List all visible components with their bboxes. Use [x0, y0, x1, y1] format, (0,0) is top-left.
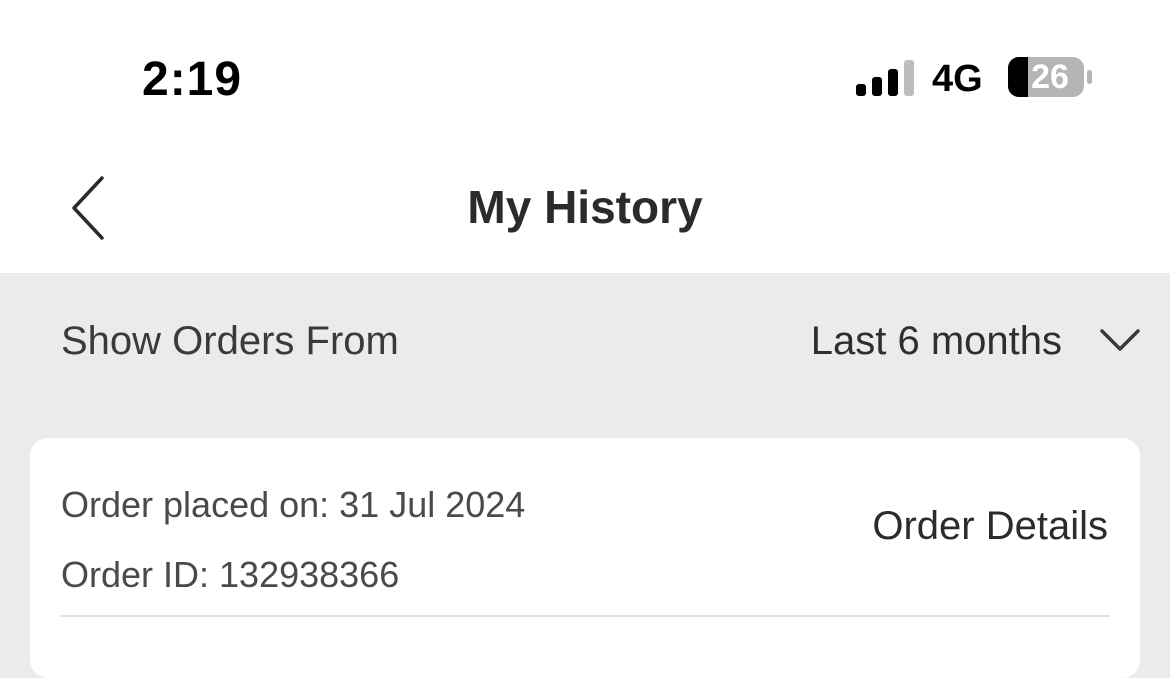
navigation-header: My History	[0, 150, 1170, 273]
status-bar: 2:19 4G 26	[0, 0, 1170, 150]
order-id: Order ID: 132938366	[61, 554, 400, 595]
period-dropdown[interactable]: Last 6 months	[790, 309, 1150, 373]
order-placed-date: Order placed on: 31 Jul 2024	[61, 484, 526, 525]
filter-label: Show Orders From	[61, 319, 399, 363]
order-filter-row: Show Orders From Last 6 months	[0, 273, 1170, 413]
page-title: My History	[467, 181, 703, 233]
battery-level: 26	[1031, 58, 1069, 96]
signal-strength-icon	[856, 60, 914, 96]
card-divider	[60, 615, 1110, 617]
chevron-down-icon	[1100, 329, 1140, 351]
period-selected-value: Last 6 months	[810, 319, 1062, 363]
status-time: 2:19	[142, 53, 243, 106]
order-card: Order placed on: 31 Jul 2024 Order ID: 1…	[30, 438, 1140, 678]
order-details-link[interactable]: Order Details	[872, 504, 1108, 549]
network-type: 4G	[932, 58, 983, 100]
